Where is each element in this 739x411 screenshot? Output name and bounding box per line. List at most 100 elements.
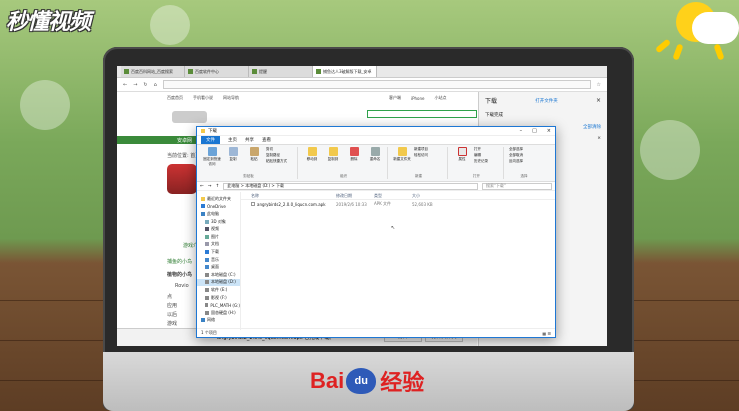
- forward-icon[interactable]: →: [133, 82, 137, 88]
- ribbon-tab-bar: 文件 主页 共享 查看: [197, 136, 555, 144]
- tree-item[interactable]: 3D 对象: [197, 218, 240, 226]
- properties-button[interactable]: 属性: [453, 147, 471, 164]
- tree-item[interactable]: 视频: [197, 225, 240, 233]
- url-input[interactable]: [162, 80, 591, 89]
- paste-shortcut-button[interactable]: 粘贴快捷方式: [266, 159, 287, 164]
- tree-item[interactable]: 桌面: [197, 263, 240, 271]
- maximize-icon[interactable]: □: [532, 128, 537, 134]
- copy-button[interactable]: 复制: [224, 147, 242, 167]
- invert-selection-button[interactable]: 反向选择: [509, 159, 523, 164]
- browser-tab[interactable]: 百度软件中心: [185, 66, 249, 77]
- logo-text-jingyan: 经验: [380, 370, 425, 395]
- tree-item[interactable]: 固态硬盘 (H:): [197, 309, 240, 317]
- tree-item-label: 影视 (F:): [211, 294, 227, 300]
- ribbon-tab-file[interactable]: 文件: [201, 136, 220, 144]
- open-button[interactable]: 打开: [474, 147, 481, 152]
- delete-button[interactable]: 删除: [345, 147, 363, 162]
- copy-path-button[interactable]: 复制路径: [266, 153, 280, 158]
- browser-tab[interactable]: 提醒: [249, 66, 313, 77]
- ribbon-tab-share[interactable]: 共享: [245, 137, 254, 143]
- address-path[interactable]: 此电脑 > 本地磁盘 (D:) > 下载: [223, 182, 478, 190]
- back-icon[interactable]: ←: [123, 82, 127, 88]
- easy-access-button[interactable]: 轻松访问: [414, 153, 428, 158]
- column-header-size[interactable]: 大小: [412, 193, 440, 199]
- bokeh-light: [20, 80, 70, 130]
- file-row[interactable]: angrybirds2_2.0.0_liqucn.com.apk 2019/2/…: [241, 200, 555, 208]
- tree-item[interactable]: 本地磁盘 (C:): [197, 271, 240, 279]
- article-text: 以后: [167, 312, 178, 318]
- paste-button[interactable]: 粘贴: [245, 147, 263, 167]
- tree-item[interactable]: 下载: [197, 248, 240, 256]
- desktop-icon: [205, 265, 209, 270]
- watermark-logo: 秒懂视频: [6, 10, 91, 35]
- logo-text-bai: Bai: [310, 368, 345, 393]
- edit-button[interactable]: 编辑: [474, 153, 481, 158]
- tree-item[interactable]: 文档: [197, 241, 240, 249]
- refresh-icon[interactable]: ↻: [143, 82, 147, 88]
- menu-item[interactable]: iPhone: [411, 96, 425, 101]
- select-all-button[interactable]: 全部选择: [509, 147, 523, 152]
- favorite-star-icon[interactable]: ☆: [597, 82, 601, 88]
- article-text: Rovio: [175, 283, 189, 289]
- tree-item[interactable]: 网络: [197, 317, 240, 325]
- open-folder-link[interactable]: 打开文件夹: [535, 98, 558, 104]
- new-item-button[interactable]: 新建项目: [414, 147, 428, 152]
- clear-all-link[interactable]: 全部清除: [583, 124, 601, 130]
- menu-item[interactable]: 小站点: [435, 95, 447, 101]
- clipboard-small-buttons: 剪切 复制路径 粘贴快捷方式: [266, 147, 294, 167]
- column-header-date[interactable]: 修改日期: [336, 193, 374, 199]
- close-icon[interactable]: ×: [597, 136, 601, 141]
- site-nav-bar: [117, 136, 207, 144]
- close-icon[interactable]: ×: [596, 97, 601, 104]
- menu-item[interactable]: 百度首页: [167, 95, 183, 101]
- tree-item[interactable]: 此电脑: [197, 210, 240, 218]
- column-header-type[interactable]: 类型: [374, 193, 412, 199]
- tree-item[interactable]: OneDrive: [197, 203, 240, 211]
- tree-item[interactable]: 最近的文件夹: [197, 195, 240, 203]
- new-folder-button[interactable]: 新建文件夹: [393, 147, 411, 162]
- ribbon-group-clipboard: 固定到快速访问 复制 粘贴 剪切 复制路径 粘贴快捷方式 剪贴板: [200, 147, 298, 179]
- menu-item[interactable]: 客户端: [389, 95, 401, 101]
- ribbon-label: 复制: [229, 157, 237, 161]
- ribbon-group-label: 新建: [415, 174, 422, 178]
- menu-item[interactable]: 网站导航: [223, 95, 239, 101]
- tree-item-selected[interactable]: 本地磁盘 (D:): [197, 278, 240, 287]
- site-menu-bar: 百度首页 手机看小说 网站导航 客户端 iPhone 小站点: [117, 93, 482, 103]
- back-icon[interactable]: ←: [200, 184, 204, 189]
- explorer-search-input[interactable]: 搜索"下载": [482, 182, 552, 190]
- sun-ray: [672, 43, 684, 61]
- ribbon-tab-view[interactable]: 查看: [262, 137, 271, 143]
- cut-button[interactable]: 剪切: [266, 147, 273, 152]
- move-to-button[interactable]: 移动到: [303, 147, 321, 162]
- tree-item-label: 下载: [211, 248, 219, 254]
- forward-icon[interactable]: →: [208, 184, 212, 189]
- up-icon[interactable]: ↑: [216, 184, 220, 189]
- article-text: 游戏: [167, 321, 178, 327]
- file-type: APK 文件: [374, 201, 392, 206]
- tree-item[interactable]: 音乐: [197, 256, 240, 264]
- column-header-name[interactable]: 名称: [251, 193, 336, 199]
- tree-item[interactable]: PLC_MATH (G:): [197, 301, 240, 309]
- menu-item[interactable]: 手机看小说: [193, 95, 213, 101]
- rename-button[interactable]: 重命名: [366, 147, 384, 162]
- home-icon[interactable]: ⌂: [154, 82, 157, 88]
- ribbon-tab-home[interactable]: 主页: [228, 137, 237, 143]
- site-search-box[interactable]: [367, 110, 477, 118]
- article-text: 捕鱼的小鸟: [167, 259, 193, 265]
- copy-to-button[interactable]: 复制到: [324, 147, 342, 162]
- browser-tab[interactable]: 百度百科网站_百度搜索: [121, 66, 185, 77]
- view-toggle-icon[interactable]: ▦ ☰: [542, 331, 551, 336]
- browser-tab-active[interactable]: 捕鱼达人3破解版下载_安卓: [313, 66, 377, 77]
- ribbon: 固定到快速访问 复制 粘贴 剪切 复制路径 粘贴快捷方式 剪贴板 移动到 复制到…: [197, 144, 555, 182]
- tree-item[interactable]: 图片: [197, 233, 240, 241]
- pin-button[interactable]: 固定到快速访问: [203, 147, 221, 167]
- select-none-button[interactable]: 全部取消: [509, 153, 523, 158]
- explorer-titlebar: 下载 – □ ×: [197, 127, 555, 136]
- sun-ray: [654, 38, 672, 54]
- tree-item[interactable]: 影视 (F:): [197, 294, 240, 302]
- file-size: 52,603 KB: [412, 201, 433, 207]
- tree-item[interactable]: 软件 (E:): [197, 286, 240, 294]
- minimize-icon[interactable]: –: [520, 128, 523, 134]
- close-icon[interactable]: ×: [547, 128, 551, 134]
- history-button[interactable]: 历史记录: [474, 159, 488, 164]
